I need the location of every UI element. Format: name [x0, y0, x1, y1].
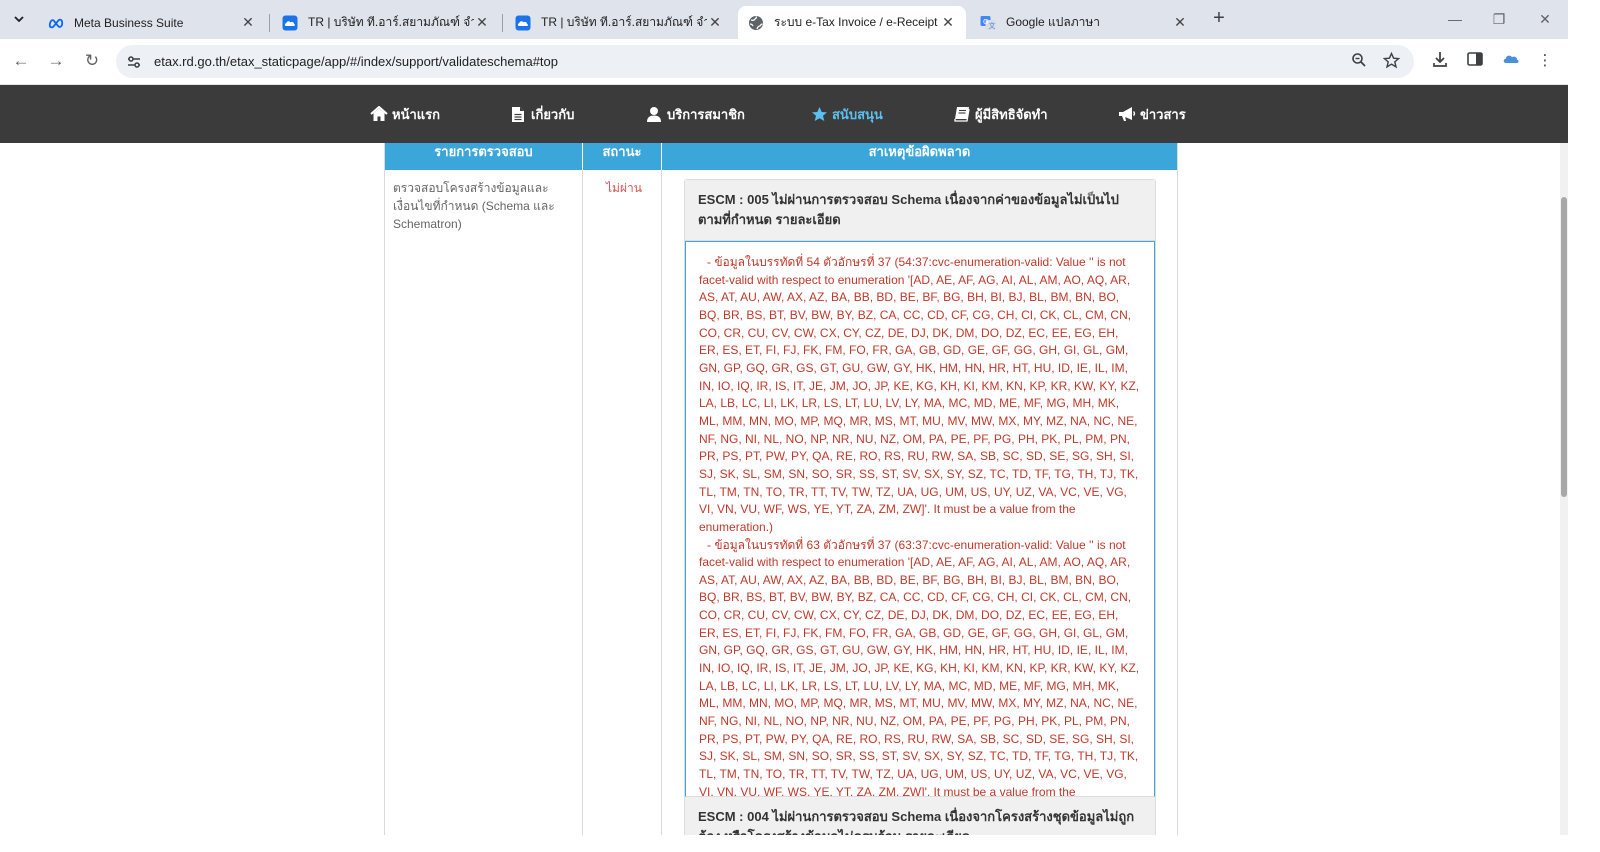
scrollbar-thumb[interactable] — [1561, 197, 1567, 497]
nav-label: บริการสมาชิก — [667, 106, 745, 122]
tab-divider — [269, 14, 270, 32]
forward-button[interactable]: → — [44, 49, 68, 73]
browser-menu-icon[interactable]: ⋮ — [1534, 50, 1556, 72]
meta-icon — [48, 15, 64, 31]
browser-tab-strip: Meta Business Suite ✕ TR | บริษัท ที.อาร… — [0, 0, 1568, 39]
error-detail-line: - ข้อมูลในบรรทัดที่ 54 ตัวอักษรที่ 37 (5… — [699, 255, 1140, 534]
browser-tab[interactable]: Meta Business Suite ✕ — [38, 6, 266, 39]
table-header: รายการตรวจสอบ สถานะ สาเหตุข้อผิดพลาด — [385, 143, 1177, 170]
nav-item-eligible[interactable]: ผู้มีสิทธิจัดทำ — [953, 104, 1048, 124]
browser-tab[interactable]: TR | บริษัท ที.อาร์.สยามภัณฑ์ จำกัด ✕ — [272, 6, 500, 39]
browser-tab[interactable]: TR | บริษัท ที.อาร์.สยามภัณฑ์ จำกัด ✕ — [505, 6, 733, 39]
translate-icon: G文 — [980, 15, 996, 31]
close-icon[interactable]: ✕ — [240, 14, 256, 31]
close-icon[interactable]: ✕ — [474, 14, 490, 31]
tab-divider — [502, 14, 503, 32]
megaphone-icon — [1118, 105, 1136, 123]
nav-label: สนับสนุน — [832, 106, 883, 122]
error-panel-title[interactable]: ESCM : 005 ไม่ผ่านการตรวจสอบ Schema เนื่… — [685, 180, 1155, 241]
nav-label: ผู้มีสิทธิจัดทำ — [975, 106, 1048, 122]
browser-toolbar: ← → ↻ etax.rd.go.th/etax_staticpage/app/… — [0, 39, 1568, 85]
page-content: รายการตรวจสอบ สถานะ สาเหตุข้อผิดพลาด ตรว… — [0, 143, 1560, 835]
svg-text:文: 文 — [989, 21, 996, 30]
back-button[interactable]: ← — [9, 49, 33, 73]
column-divider — [582, 170, 583, 835]
star-icon — [810, 105, 828, 123]
url-text[interactable]: etax.rd.go.th/etax_staticpage/app/#/inde… — [154, 54, 558, 69]
restore-button[interactable]: ❐ — [1484, 6, 1514, 32]
close-icon[interactable]: ✕ — [1172, 14, 1188, 31]
close-icon[interactable]: ✕ — [940, 14, 956, 31]
book-icon — [953, 105, 971, 123]
nav-item-news[interactable]: ข่าวสาร — [1118, 104, 1186, 124]
document-icon — [509, 105, 527, 123]
cloud-icon — [282, 15, 298, 31]
globe-icon — [748, 15, 764, 31]
error-panel: ESCM : 005 ไม่ผ่านการตรวจสอบ Schema เนื่… — [684, 179, 1156, 835]
browser-tab-active[interactable]: ระบบ e-Tax Invoice / e-Receipt ✕ — [738, 6, 966, 39]
tab-search-button[interactable] — [7, 7, 31, 31]
page-scrollbar[interactable] — [1560, 143, 1568, 835]
chevron-down-icon — [14, 16, 24, 22]
validation-result-table: รายการตรวจสอบ สถานะ สาเหตุข้อผิดพลาด ตรว… — [384, 143, 1178, 835]
column-header-status: สถานะ — [583, 143, 662, 170]
status-badge: ไม่ผ่าน — [606, 181, 642, 195]
close-icon[interactable]: ✕ — [707, 14, 723, 31]
reload-button[interactable]: ↻ — [80, 49, 104, 73]
nav-label: หน้าแรก — [392, 106, 440, 122]
column-header-cause: สาเหตุข้อผิดพลาด — [868, 144, 971, 159]
site-info-icon[interactable] — [126, 54, 142, 70]
error-panel-title[interactable]: ESCM : 004 ไม่ผ่านการตรวจสอบ Schema เนื่… — [685, 797, 1155, 835]
side-panel-icon[interactable] — [1464, 50, 1486, 72]
tab-title: ระบบ e-Tax Invoice / e-Receipt — [774, 15, 938, 29]
bookmark-star-icon[interactable] — [1381, 51, 1401, 72]
column-header-item: รายการตรวจสอบ — [385, 143, 583, 170]
error-detail-box: - ข้อมูลในบรรทัดที่ 54 ตัวอักษรที่ 37 (5… — [685, 241, 1155, 834]
download-icon[interactable] — [1429, 50, 1451, 72]
check-item-text: ตรวจสอบโครงสร้างข้อมูลและเงื่อนไขที่กำหน… — [393, 181, 555, 231]
user-icon — [645, 105, 663, 123]
minimize-button[interactable]: — — [1440, 6, 1470, 32]
zoom-icon[interactable] — [1349, 52, 1369, 72]
nav-item-member-services[interactable]: บริการสมาชิก — [645, 104, 745, 124]
nav-label: ข่าวสาร — [1140, 106, 1186, 122]
tab-title: TR | บริษัท ที.อาร์.สยามภัณฑ์ จำกัด — [541, 15, 707, 29]
extension-cloud-icon[interactable] — [1500, 50, 1522, 72]
close-window-button[interactable]: ✕ — [1530, 6, 1560, 32]
address-bar[interactable]: etax.rd.go.th/etax_staticpage/app/#/inde… — [116, 45, 1414, 78]
column-divider — [661, 170, 662, 835]
error-panel: ESCM : 004 ไม่ผ่านการตรวจสอบ Schema เนื่… — [684, 796, 1156, 835]
error-detail-line: - ข้อมูลในบรรทัดที่ 63 ตัวอักษรที่ 37 (6… — [699, 537, 1140, 817]
nav-item-support[interactable]: สนับสนุน — [810, 104, 883, 124]
new-tab-button[interactable]: + — [1208, 8, 1230, 30]
home-icon — [370, 105, 388, 123]
tab-title: TR | บริษัท ที.อาร์.สยามภัณฑ์ จำกัด — [308, 15, 474, 29]
nav-label: เกี่ยวกับ — [531, 106, 575, 122]
tab-title: Meta Business Suite — [74, 15, 184, 30]
tab-title: Google แปลภาษา — [1006, 15, 1101, 29]
cloud-icon — [515, 15, 531, 31]
nav-item-about[interactable]: เกี่ยวกับ — [509, 104, 574, 124]
nav-item-home[interactable]: หน้าแรก — [370, 104, 440, 124]
browser-tab[interactable]: G文 Google แปลภาษา ✕ — [970, 6, 1198, 39]
site-nav: หน้าแรก เกี่ยวกับ บริการสมาชิก สนับสนุน … — [0, 85, 1568, 143]
